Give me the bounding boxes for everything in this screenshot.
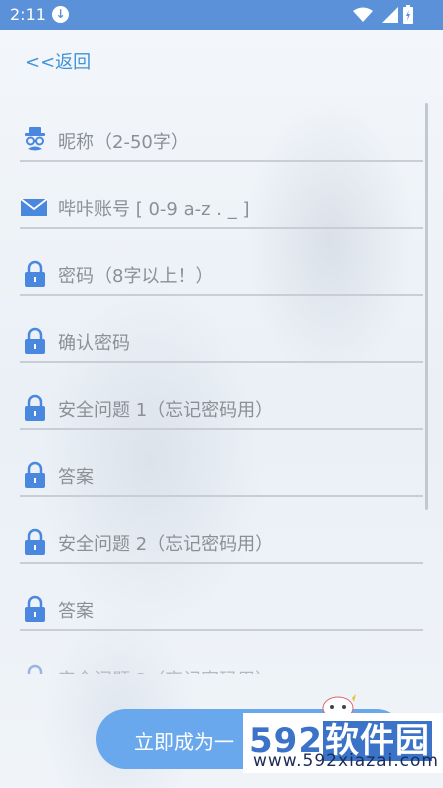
lock-icon: [25, 394, 45, 421]
answer-2-placeholder: 答案: [58, 601, 94, 622]
security-question-1-field[interactable]: 安全问题 1（忘记密码用）: [20, 388, 423, 430]
lock-icon: [27, 664, 43, 674]
battery-icon: [403, 5, 413, 24]
lock-icon: [25, 595, 45, 622]
nickname-field[interactable]: 昵称（2-50字）: [20, 120, 423, 162]
confirm-password-placeholder: 确认密码: [58, 333, 130, 354]
status-time: 2:11: [10, 5, 46, 24]
lock-icon: [25, 461, 45, 488]
security-question-2-placeholder: 安全问题 2（忘记密码用）: [58, 534, 274, 555]
account-field[interactable]: 哔咔账号 [ 0-9 a-z . _ ]: [20, 187, 423, 229]
lock-icon: [25, 260, 45, 287]
mail-icon: [20, 198, 48, 216]
answer-2-field[interactable]: 答案: [20, 589, 423, 631]
security-question-2-field[interactable]: 安全问题 2（忘记密码用）: [20, 522, 423, 564]
answer-1-field[interactable]: 答案: [20, 455, 423, 497]
nickname-placeholder: 昵称（2-50字）: [58, 132, 189, 153]
wifi-icon: [353, 7, 373, 22]
lock-icon: [25, 528, 45, 555]
security-question-3-field[interactable]: 安全问题 3（忘记密码用）: [20, 656, 423, 674]
answer-1-placeholder: 答案: [58, 467, 94, 488]
password-placeholder: 密码（8字以上！）: [58, 266, 214, 287]
status-bar: 2:11 ↓: [0, 0, 443, 30]
user-icon: [25, 127, 45, 151]
confirm-password-field[interactable]: 确认密码: [20, 321, 423, 363]
security-question-3-placeholder: 安全问题 3（忘记密码用）: [58, 666, 273, 674]
watermark-url: www.592xiazai.com: [253, 751, 439, 771]
account-placeholder: 哔咔账号 [ 0-9 a-z . _ ]: [58, 199, 250, 220]
password-field[interactable]: 密码（8字以上！）: [20, 254, 423, 296]
back-link[interactable]: <<返回: [25, 48, 91, 74]
signal-icon: [382, 7, 398, 23]
download-icon: ↓: [52, 6, 69, 23]
scrollbar[interactable]: [425, 103, 428, 510]
register-button-label: 立即成为一: [134, 730, 234, 754]
watermark: 592软件园 www.592xiazai.com: [243, 713, 443, 773]
lock-icon: [25, 327, 45, 354]
security-question-1-placeholder: 安全问题 1（忘记密码用）: [58, 400, 274, 421]
